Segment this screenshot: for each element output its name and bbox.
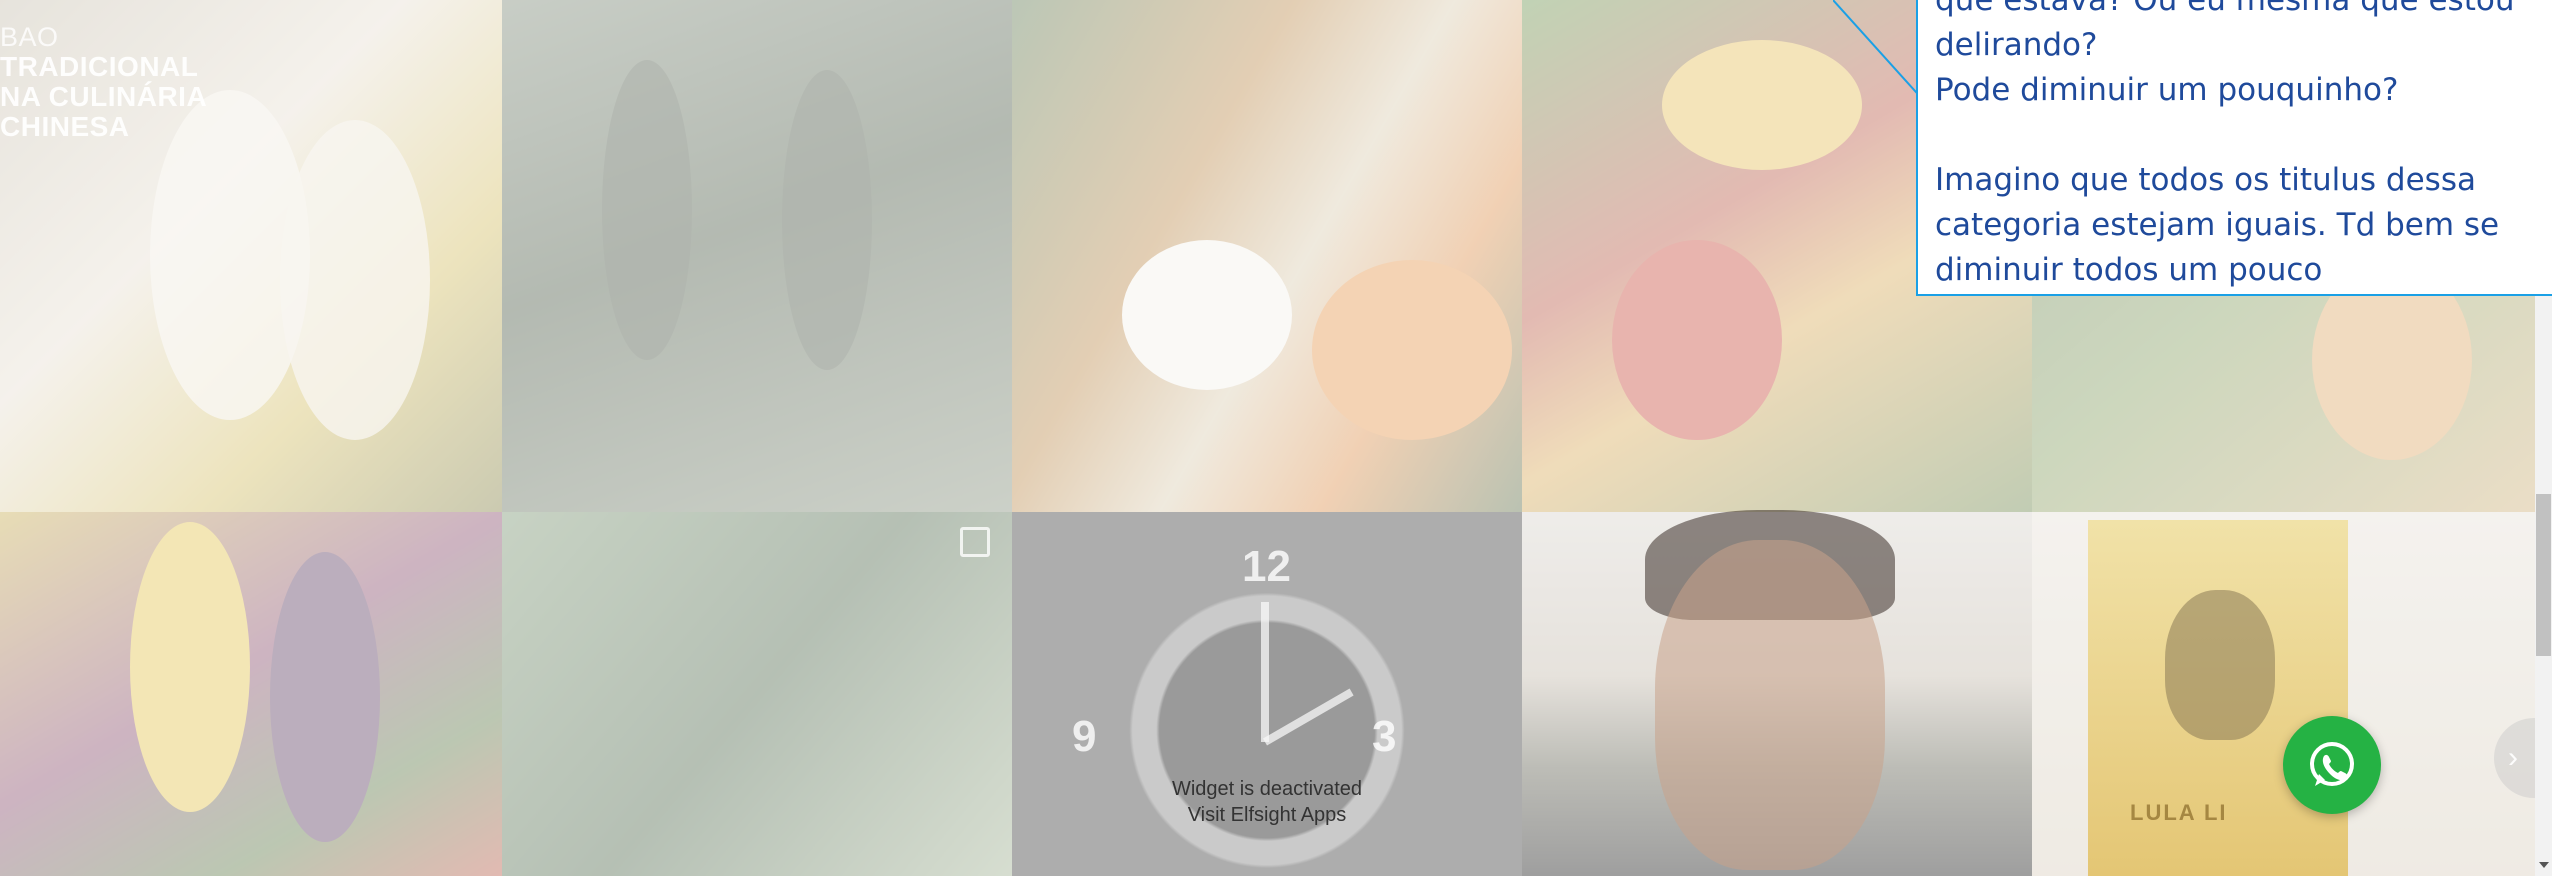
tile-headline-line: NA CULINÁRIA xyxy=(0,81,208,112)
feed-post-tile[interactable]: BAO TRADICIONAL NA CULINÁRIA CHINESA xyxy=(0,0,502,512)
tile-headline-line: CHINESA xyxy=(0,111,130,142)
tile-overlay xyxy=(502,512,1012,876)
tile-headline-pre: BAO xyxy=(0,22,59,52)
review-comment-text: que estava? Ou eu mesma que estou delira… xyxy=(1935,0,2535,293)
scrollbar-thumb[interactable] xyxy=(2536,494,2551,656)
arrow-down-icon[interactable] xyxy=(2539,862,2549,868)
page: BAO TRADICIONAL NA CULINÁRIA CHINESA LUL… xyxy=(0,0,2552,876)
whatsapp-button[interactable] xyxy=(2283,716,2381,814)
comment-line: Pode diminuir um pouquinho? xyxy=(1935,72,2399,108)
elfsight-link[interactable]: Visit Elfsight Apps xyxy=(1112,802,1422,828)
comment-line: Imagino que todos os titulus dessa xyxy=(1935,162,2476,198)
comment-line: diminuir todos um pouco xyxy=(1935,252,2323,288)
feed-post-tile[interactable] xyxy=(0,512,502,876)
comment-line: categoria estejam iguais. Td bem se xyxy=(1935,207,2500,243)
tile-headline-line: TRADICIONAL xyxy=(0,51,199,82)
whatsapp-icon xyxy=(2310,742,2354,786)
person-face xyxy=(1655,540,1885,870)
chevron-right-icon: › xyxy=(2508,741,2518,774)
tile-overlay xyxy=(1012,0,1522,512)
comment-line: delirando? xyxy=(1935,27,2098,63)
collection-icon xyxy=(960,527,990,557)
comment-line: que estava? Ou eu mesma que estou xyxy=(1935,0,2515,18)
feed-post-tile[interactable] xyxy=(502,0,1012,512)
feed-post-tile[interactable] xyxy=(1012,0,1522,512)
tile-headline: BAO TRADICIONAL NA CULINÁRIA CHINESA xyxy=(0,22,207,142)
feed-post-tile[interactable] xyxy=(502,512,1012,876)
widget-deactivated-notice[interactable]: Widget is deactivated Visit Elfsight App… xyxy=(1112,776,1422,828)
poster-portrait xyxy=(2165,590,2275,740)
widget-status-text: Widget is deactivated xyxy=(1171,778,1363,800)
poster-text: LULA LI xyxy=(2130,800,2228,825)
tile-overlay xyxy=(0,512,502,876)
tile-overlay xyxy=(502,0,1012,512)
